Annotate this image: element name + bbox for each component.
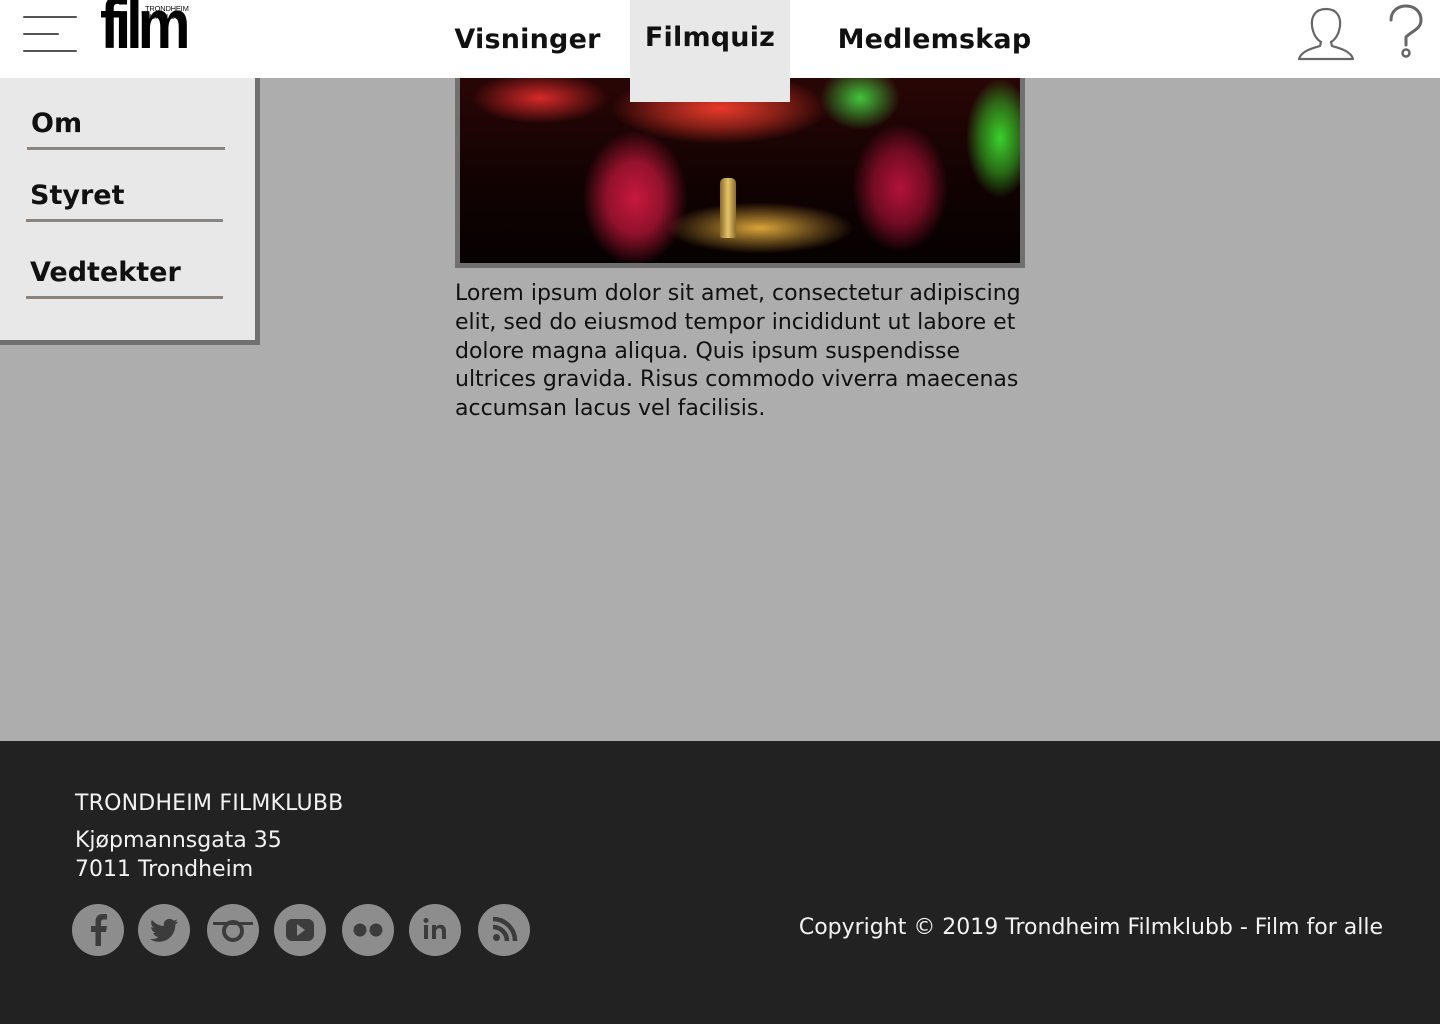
site-logo[interactable]: film TRONDHEIM FILMKLUBB	[100, 0, 195, 65]
help-icon[interactable]	[1385, 2, 1427, 62]
linkedin-icon[interactable]	[409, 904, 461, 956]
flickr-icon[interactable]	[342, 904, 394, 956]
instagram-icon[interactable]	[207, 904, 259, 956]
copyright-text: Copyright © 2019 Trondheim Filmklubb - F…	[798, 915, 1383, 940]
side-menu: Om Styret Vedtekter	[0, 78, 260, 345]
youtube-icon[interactable]	[274, 904, 326, 956]
site-footer: TRONDHEIM FILMKLUBB Kjøpmannsgata 35 701…	[0, 741, 1440, 1024]
footer-address-city: 7011 Trondheim	[75, 857, 254, 882]
user-icon[interactable]	[1295, 5, 1357, 63]
twitter-icon[interactable]	[138, 904, 190, 956]
side-item-styret[interactable]: Styret	[26, 180, 223, 222]
nav-filmquiz[interactable]: Filmquiz	[630, 0, 790, 102]
nav-visninger[interactable]: Visninger	[440, 0, 615, 78]
logo-subtitle: TRONDHEIM FILMKLUBB	[145, 4, 189, 21]
rss-icon[interactable]	[478, 904, 530, 956]
menu-icon[interactable]	[23, 16, 77, 54]
footer-title: TRONDHEIM FILMKLUBB	[75, 791, 344, 816]
quiz-photo	[455, 78, 1025, 268]
body-text: Lorem ipsum dolor sit amet, consectetur …	[455, 281, 1021, 422]
side-item-vedtekter[interactable]: Vedtekter	[26, 257, 223, 299]
footer-address-street: Kjøpmannsgata 35	[75, 828, 282, 853]
nav-medlemskap[interactable]: Medlemskap	[822, 0, 1047, 78]
facebook-icon[interactable]	[72, 904, 124, 956]
side-item-om[interactable]: Om	[27, 108, 225, 150]
site-header: film TRONDHEIM FILMKLUBB Visninger Filmq…	[0, 0, 1440, 102]
